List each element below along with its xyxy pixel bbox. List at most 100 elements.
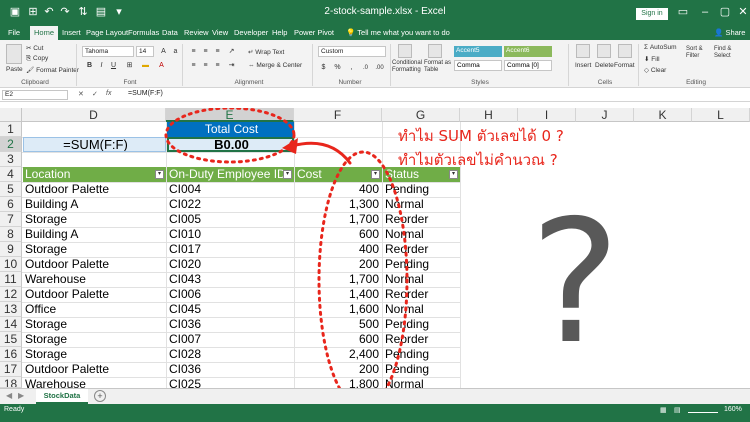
tab-home[interactable]: Home (30, 26, 59, 40)
conditional-formatting-button[interactable]: Conditional Formatting (392, 60, 422, 74)
format-as-table-icon[interactable] (428, 44, 442, 58)
align-middle-icon[interactable]: ≡ (200, 46, 211, 57)
align-bottom-icon[interactable]: ≡ (212, 46, 223, 57)
tab-page-layout[interactable]: Page Layout (86, 26, 128, 40)
format-cells-icon[interactable] (618, 44, 632, 58)
fill-button[interactable]: ⬇ Fill (644, 55, 660, 63)
next-sheet-icon[interactable]: ▶ (18, 391, 24, 400)
comma-style-icon[interactable]: , (346, 62, 357, 73)
currency-icon[interactable]: $ (318, 62, 329, 73)
style-comma[interactable]: Comma (454, 60, 502, 71)
cut-button[interactable]: ✂ Cut (26, 44, 43, 52)
tab-insert[interactable]: Insert (62, 26, 81, 40)
tab-review[interactable]: Review (184, 26, 209, 40)
zoom-slider[interactable] (688, 412, 718, 413)
font-name-select[interactable]: Tahoma (82, 46, 134, 57)
excel-window: ▣ ⊞ ↶ ↷ ⇅ ▤ ▾ 2-stock-sample.xlsx - Exce… (0, 0, 750, 422)
name-box[interactable]: E2 (2, 90, 68, 100)
tell-me-box[interactable]: 💡 Tell me what you want to do (346, 26, 450, 40)
percent-icon[interactable]: % (332, 62, 343, 73)
redo-icon[interactable]: ↷ (58, 5, 72, 19)
insert-cells-icon[interactable] (576, 44, 590, 58)
clear-button[interactable]: ◇ Clear (644, 66, 666, 74)
ribbon-options-icon[interactable]: ▭ (672, 4, 694, 20)
font-color-icon[interactable]: A (156, 60, 167, 71)
customize-icon[interactable]: ▾ (112, 5, 126, 19)
align-left-icon[interactable]: ≡ (188, 60, 199, 71)
shrink-font-icon[interactable]: a (170, 46, 181, 57)
font-size-select[interactable]: 14 (136, 46, 154, 57)
number-group-label: Number (338, 79, 362, 86)
ribbon-separator (568, 44, 569, 86)
tab-data[interactable]: Data (162, 26, 178, 40)
total-circle-highlight (164, 108, 296, 164)
tab-power-pivot[interactable]: Power Pivot (294, 26, 334, 40)
formula-input[interactable]: =SUM(F:F) (128, 90, 163, 97)
cancel-icon[interactable]: ✕ (78, 90, 84, 98)
tab-view[interactable]: View (212, 26, 228, 40)
tab-developer[interactable]: Developer (234, 26, 268, 40)
wrap-text-button[interactable]: ↵ Wrap Text (248, 48, 284, 56)
find-select-button[interactable]: Find & Select (714, 46, 744, 60)
close-icon[interactable]: ✕ (732, 4, 750, 20)
fill-color-icon[interactable]: ▬ (140, 60, 151, 71)
style-accent5[interactable]: Accent5 (454, 46, 502, 57)
format-cells-button[interactable]: Format (614, 62, 635, 69)
decrease-decimal-icon[interactable]: .00 (374, 62, 385, 73)
prev-sheet-icon[interactable]: ◀ (6, 391, 12, 400)
autosave-icon[interactable]: ⊞ (26, 5, 40, 19)
bold-icon[interactable]: B (84, 60, 95, 71)
autosum-button[interactable]: Σ AutoSum (644, 44, 677, 51)
underline-icon[interactable]: U (108, 60, 119, 71)
increase-decimal-icon[interactable]: .0 (360, 62, 371, 73)
insert-function-icon[interactable]: fx (106, 90, 111, 97)
italic-icon[interactable]: I (96, 60, 107, 71)
align-top-icon[interactable]: ≡ (188, 46, 199, 57)
sign-in-button[interactable]: Sign in (636, 8, 668, 20)
window-title: 2-stock-sample.xlsx - Excel (324, 6, 446, 17)
sheet-tab-stockdata[interactable]: StockData (36, 389, 88, 404)
share-button[interactable]: 👤 Share (714, 26, 745, 40)
align-right-icon[interactable]: ≡ (212, 60, 223, 71)
open-icon[interactable]: ▤ (94, 5, 108, 19)
paste-button[interactable]: Paste (6, 66, 23, 73)
view-normal-icon[interactable]: ▦ (660, 406, 667, 414)
grow-font-icon[interactable]: A (158, 46, 169, 57)
merge-center-button[interactable]: ⇔ Merge & Center (248, 62, 302, 69)
sort-icon[interactable]: ⇅ (76, 5, 90, 19)
copy-button[interactable]: ⎘ Copy (26, 55, 48, 63)
sort-filter-button[interactable]: Sort & Filter (686, 46, 712, 60)
number-format-select[interactable]: Custom (318, 46, 386, 57)
eraser-icon: ◇ (644, 67, 651, 74)
style-accent6[interactable]: Accent6 (504, 46, 552, 57)
borders-icon[interactable]: ⊞ (124, 60, 135, 71)
alignment-group-label: Alignment (234, 79, 264, 86)
save-icon[interactable]: ▣ (8, 5, 22, 19)
cells-group-label: Cells (597, 79, 613, 86)
indent-icon[interactable]: ⇥ (226, 60, 237, 71)
delete-cells-button[interactable]: Delete (595, 62, 614, 69)
ribbon-separator (182, 44, 183, 86)
delete-cells-icon[interactable] (597, 44, 611, 58)
tab-formulas[interactable]: Formulas (128, 26, 159, 40)
undo-icon[interactable]: ↶ (42, 5, 56, 19)
tab-file[interactable]: File (8, 26, 20, 40)
zoom-level[interactable]: 160% (724, 406, 742, 413)
paste-icon[interactable] (6, 44, 22, 64)
tab-help[interactable]: Help (272, 26, 287, 40)
enter-icon[interactable]: ✓ (92, 90, 98, 98)
style-comma0[interactable]: Comma [0] (504, 60, 552, 71)
styles-group-label: Styles (471, 79, 489, 86)
format-as-table-button[interactable]: Format as Table (424, 60, 452, 74)
conditional-formatting-icon[interactable] (398, 44, 412, 58)
font-group-label: Font (123, 79, 137, 86)
format-painter-button[interactable]: 🖌 Format Painter (26, 66, 79, 74)
orientation-icon[interactable]: ↗ (226, 46, 237, 57)
minimize-icon[interactable]: – (694, 4, 716, 20)
view-page-layout-icon[interactable]: ▤ (674, 406, 681, 414)
align-center-icon[interactable]: ≡ (200, 60, 211, 71)
add-sheet-icon[interactable]: + (94, 390, 106, 402)
insert-cells-button[interactable]: Insert (575, 62, 591, 69)
lightbulb-icon: 💡 (346, 28, 358, 37)
merge-label: Merge & Center (256, 62, 303, 69)
